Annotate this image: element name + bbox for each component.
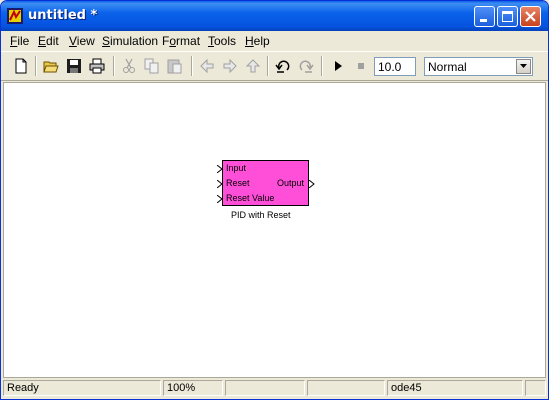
title-bar[interactable]: untitled * — [1, 1, 548, 31]
paste-icon — [167, 59, 182, 74]
status-solver: ode45 — [387, 380, 523, 396]
input-port-arrow — [217, 195, 223, 203]
model-canvas[interactable]: Input Reset Reset Value Output PID with … — [3, 82, 546, 378]
undo-icon — [275, 60, 290, 73]
simulink-model-window: untitled * File Edit View Simulation For… — [0, 0, 549, 400]
maximize-icon — [502, 11, 513, 22]
menu-tools[interactable]: Tools — [208, 34, 236, 48]
menu-view[interactable]: View — [69, 34, 95, 48]
go-to-parent-button[interactable] — [243, 56, 263, 76]
save-icon — [67, 59, 81, 73]
status-cell-4 — [307, 380, 385, 396]
status-cell-3 — [225, 380, 305, 396]
menu-format[interactable]: Format — [162, 34, 200, 48]
maximize-button[interactable] — [497, 6, 518, 27]
cut-button[interactable] — [119, 56, 139, 76]
minimize-icon — [480, 19, 487, 22]
input-port-arrow — [217, 180, 223, 188]
stop-icon — [358, 63, 364, 69]
copy-button[interactable] — [142, 56, 162, 76]
save-button[interactable] — [64, 56, 84, 76]
port-label-reset-value: Reset Value — [226, 193, 275, 203]
simulation-mode-value: Normal — [428, 60, 467, 74]
stop-simulation-button[interactable] — [351, 56, 371, 76]
start-icon — [335, 61, 342, 71]
toolbar: 10.0 Normal — [1, 51, 548, 81]
menu-simulation[interactable]: Simulation — [102, 34, 158, 48]
open-button[interactable] — [41, 56, 61, 76]
back-button[interactable] — [197, 56, 217, 76]
redo-icon — [299, 60, 314, 73]
block-name-label[interactable]: PID with Reset — [231, 210, 291, 220]
redo-button[interactable] — [296, 56, 316, 76]
resize-grip[interactable] — [525, 380, 546, 396]
simulink-app-icon[interactable] — [7, 8, 23, 24]
print-icon — [89, 58, 105, 74]
cut-icon — [123, 58, 135, 73]
port-label-input: Input — [226, 163, 247, 173]
toolbar-separator — [191, 56, 193, 76]
simulation-mode-select[interactable]: Normal — [424, 57, 533, 76]
forward-icon — [223, 58, 237, 74]
window-title: untitled * — [28, 8, 98, 23]
dropdown-arrow-button[interactable] — [516, 59, 531, 74]
toolbar-separator — [321, 56, 323, 76]
print-button[interactable] — [87, 56, 107, 76]
back-icon — [200, 58, 214, 74]
status-message: Ready — [3, 380, 161, 396]
close-button[interactable] — [520, 6, 541, 27]
up-icon — [245, 59, 261, 73]
toolbar-separator — [113, 56, 115, 76]
output-port-arrow — [309, 180, 315, 188]
close-icon — [525, 11, 536, 22]
status-zoom: 100% — [163, 380, 223, 396]
copy-icon — [144, 58, 159, 74]
chevron-down-icon — [520, 64, 527, 68]
toolbar-separator — [35, 56, 37, 76]
menu-edit[interactable]: Edit — [38, 34, 59, 48]
toolbar-separator — [267, 56, 269, 76]
menu-bar: File Edit View Simulation Format Tools H… — [1, 31, 548, 50]
forward-button[interactable] — [220, 56, 240, 76]
new-icon — [15, 58, 27, 74]
port-label-reset: Reset — [226, 178, 250, 188]
stop-time-input[interactable]: 10.0 — [374, 57, 416, 76]
input-port-arrow — [217, 165, 223, 173]
paste-button[interactable] — [165, 56, 185, 76]
menu-help[interactable]: Help — [245, 34, 270, 48]
minimize-button[interactable] — [474, 6, 495, 27]
menu-file[interactable]: File — [10, 34, 29, 48]
undo-button[interactable] — [273, 56, 293, 76]
status-bar: Ready 100% ode45 — [1, 378, 548, 399]
new-model-button[interactable] — [11, 56, 31, 76]
port-label-output: Output — [277, 178, 305, 188]
open-icon — [43, 61, 59, 73]
start-simulation-button[interactable] — [328, 56, 348, 76]
